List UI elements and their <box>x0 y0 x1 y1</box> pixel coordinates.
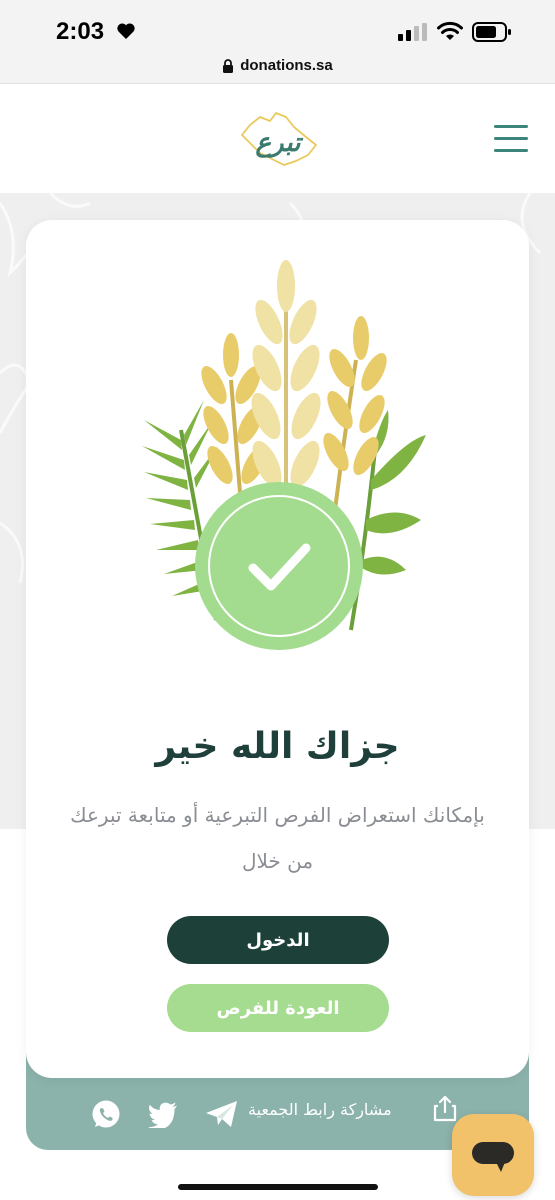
telegram-icon[interactable] <box>205 1100 239 1128</box>
home-indicator <box>178 1184 378 1190</box>
url-text: donations.sa <box>240 57 333 74</box>
wifi-icon <box>437 21 463 40</box>
success-description: بإمكانك استعراض الفرص التبرعية أو متابعة… <box>70 803 485 873</box>
menu-button[interactable] <box>494 125 530 157</box>
chat-bubble-icon <box>472 1142 514 1172</box>
back-to-opportunities-button[interactable]: العودة للفرص <box>167 984 389 1032</box>
success-card: جزاك الله خير بإمكانك استعراض الفرص التب… <box>26 220 529 1078</box>
twitter-icon[interactable] <box>148 1102 178 1128</box>
whatsapp-icon[interactable] <box>90 1099 122 1131</box>
share-label[interactable]: مشاركة رابط الجمعية <box>248 1100 392 1119</box>
chat-button[interactable] <box>452 1114 534 1196</box>
logo[interactable]: تبرع <box>236 107 320 171</box>
heart-icon <box>117 23 135 39</box>
lock-icon <box>223 58 234 73</box>
battery-icon <box>472 22 511 42</box>
login-button[interactable]: الدخول <box>167 916 389 964</box>
status-time: 2:03 <box>56 18 105 45</box>
cellular-signal-icon <box>398 23 427 41</box>
success-title: جزاك الله خير <box>155 726 400 767</box>
wheat-illustration <box>142 260 426 650</box>
site-header: تبرع <box>0 85 555 193</box>
hamburger-menu-icon <box>494 125 530 152</box>
svg-text:تبرع: تبرع <box>256 128 305 158</box>
url-bar[interactable]: donations.sa <box>0 48 555 84</box>
